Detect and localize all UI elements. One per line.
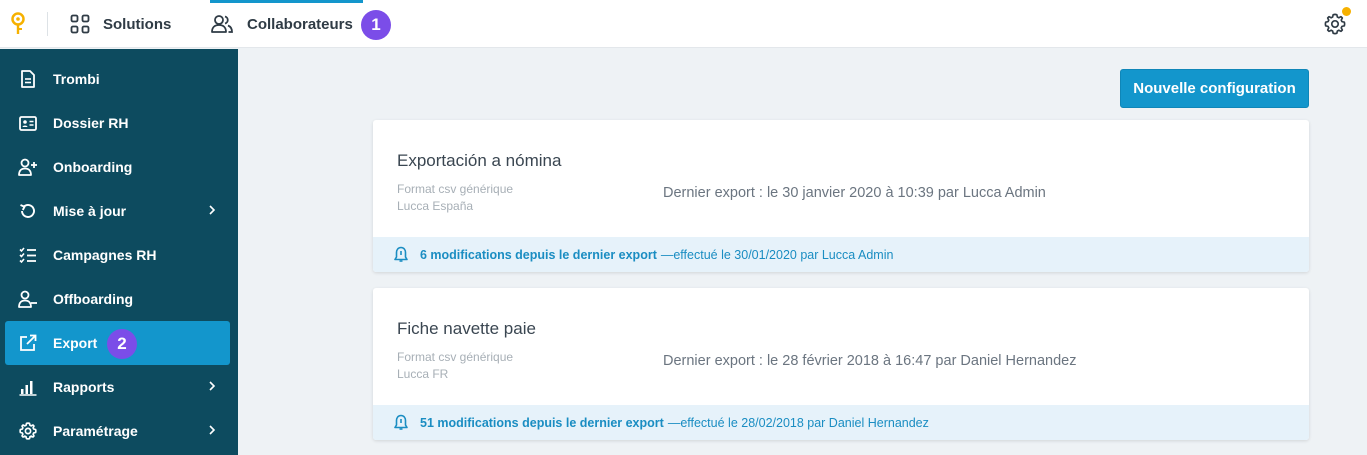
settings-gear-icon[interactable]	[1324, 13, 1346, 35]
sidebar-item-export[interactable]: Export 2	[5, 321, 230, 365]
sidebar-item-label: Dossier RH	[53, 115, 129, 131]
notification-dot	[1342, 7, 1351, 16]
sidebar-item-rapports[interactable]: Rapports	[5, 365, 230, 409]
export-done-info: —effectué le 30/01/2020 par Lucca Admin	[660, 247, 894, 262]
id-card-icon	[18, 113, 38, 133]
export-footer: 6 modifications depuis le dernier export…	[373, 237, 1309, 272]
sidebar-item-label: Campagnes RH	[53, 247, 157, 263]
checklist-icon	[18, 245, 38, 265]
export-format: Format csv générique	[397, 182, 514, 196]
sidebar-item-label: Mise à jour	[53, 203, 127, 219]
external-link-icon	[18, 333, 38, 353]
top-bar: Solutions Collaborateurs 1	[0, 0, 1367, 48]
export-card[interactable]: Fiche navette paie Format csv générique …	[373, 288, 1309, 440]
last-export-info: Dernier export : le 30 janvier 2020 à 10…	[663, 185, 1046, 201]
bar-chart-icon	[18, 377, 38, 397]
export-title: Exportación a nómina	[397, 151, 562, 170]
grid-icon	[70, 14, 90, 34]
export-done-info: —effectué le 28/02/2018 par Daniel Herna…	[667, 415, 929, 430]
chevron-right-icon	[209, 381, 216, 391]
bell-icon	[394, 414, 408, 430]
top-separator	[47, 12, 48, 36]
sidebar-item-label: Paramétrage	[53, 423, 138, 439]
step-badge-2: 2	[107, 329, 137, 359]
sidebar-item-onboarding[interactable]: Onboarding	[5, 145, 230, 189]
bell-icon	[394, 246, 408, 262]
sidebar-item-offboarding[interactable]: Offboarding	[5, 277, 230, 321]
chevron-right-icon	[209, 425, 216, 435]
nav-solutions[interactable]: Solutions	[70, 0, 171, 48]
export-format: Format csv générique	[397, 350, 514, 364]
sidebar-item-parametrage[interactable]: Paramétrage	[5, 409, 230, 453]
user-add-icon	[18, 157, 38, 177]
sidebar-item-label: Onboarding	[53, 159, 133, 175]
export-card[interactable]: Exportación a nómina Format csv génériqu…	[373, 120, 1309, 272]
export-footer: 51 modifications depuis le dernier expor…	[373, 405, 1309, 440]
export-title: Fiche navette paie	[397, 319, 536, 338]
sidebar: Trombi Dossier RH Onboarding Mise à jour…	[0, 49, 238, 455]
lucca-logo-icon[interactable]	[10, 12, 26, 36]
sidebar-item-label: Rapports	[53, 379, 115, 395]
export-entity: Lucca España	[397, 199, 474, 213]
nav-solutions-label: Solutions	[103, 15, 172, 33]
sidebar-item-label: Offboarding	[53, 291, 134, 307]
modifications-link[interactable]: 51 modifications depuis le dernier expor…	[420, 416, 664, 430]
sidebar-item-campagnes-rh[interactable]: Campagnes RH	[5, 233, 230, 277]
new-configuration-button[interactable]: Nouvelle configuration	[1120, 69, 1309, 108]
sidebar-item-label: Export	[53, 335, 98, 351]
refresh-icon	[18, 201, 38, 221]
document-icon	[18, 69, 38, 89]
users-icon	[211, 15, 233, 33]
chevron-right-icon	[209, 205, 216, 215]
last-export-info: Dernier export : le 28 février 2018 à 16…	[663, 353, 1077, 369]
step-badge-1: 1	[361, 10, 391, 40]
export-entity: Lucca FR	[397, 367, 449, 381]
sidebar-item-trombi[interactable]: Trombi	[5, 57, 230, 101]
modifications-link[interactable]: 6 modifications depuis le dernier export	[420, 248, 657, 262]
user-remove-icon	[18, 289, 38, 309]
gear-icon	[18, 421, 38, 441]
sidebar-item-label: Trombi	[53, 71, 100, 87]
nav-collaborateurs-label: Collaborateurs	[247, 15, 353, 33]
nav-collaborateurs[interactable]: Collaborateurs	[210, 0, 353, 48]
sidebar-item-mise-a-jour[interactable]: Mise à jour	[5, 189, 230, 233]
sidebar-item-dossier-rh[interactable]: Dossier RH	[5, 101, 230, 145]
